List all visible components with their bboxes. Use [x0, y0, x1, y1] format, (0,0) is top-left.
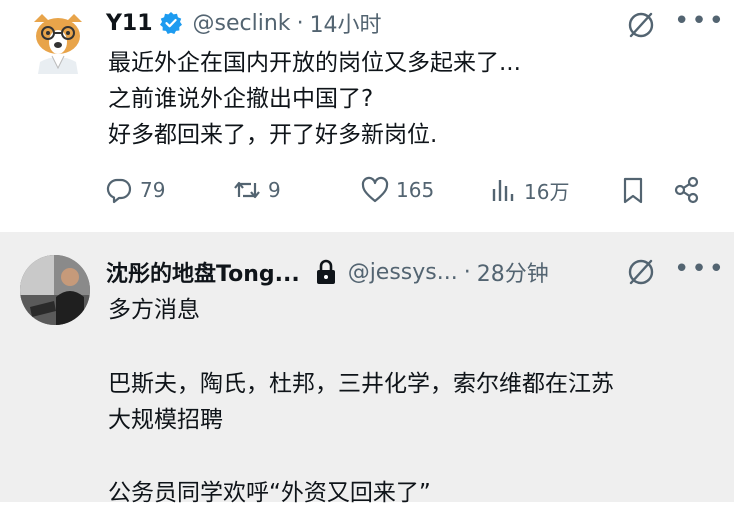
retweet-count: 9 — [268, 178, 281, 202]
display-name[interactable]: 沈彤的地盘Tong... — [106, 256, 300, 288]
grok-icon[interactable] — [626, 10, 656, 40]
tweet-text-line: 多方消息 — [108, 297, 200, 323]
more-icon[interactable]: ••• — [674, 8, 726, 34]
share-button[interactable] — [672, 175, 708, 205]
tweet-reply[interactable]: 沈彤的地盘Tong... @jessys... · 28分钟 ••• 多方消息 … — [0, 232, 734, 506]
like-count: 165 — [396, 178, 435, 202]
avatar-photo-image — [20, 255, 90, 325]
tweet-text-line: 公务员同学欢呼“外资又回来了” — [108, 480, 431, 506]
handle[interactable]: @seclink — [193, 11, 291, 36]
like-icon — [361, 176, 389, 203]
avatar-photo[interactable] — [20, 255, 90, 325]
retweet-button[interactable]: 9 — [232, 175, 281, 205]
tweet-text-line: 大规模招聘 — [108, 407, 223, 433]
share-icon — [674, 176, 699, 204]
reply-button[interactable]: 79 — [104, 175, 165, 205]
display-name[interactable]: Y11 — [106, 11, 153, 36]
views-count: 16万 — [524, 179, 570, 204]
action-bar: 79 9 165 16万 — [104, 175, 704, 215]
bookmark-button[interactable] — [618, 175, 654, 205]
separator: · — [296, 10, 304, 36]
tweet-text-line: 最近外企在国内开放的岗位又多起来了... — [108, 50, 521, 76]
avatar-dog[interactable] — [30, 12, 86, 74]
reply-icon — [106, 178, 132, 204]
like-button[interactable]: 165 — [360, 175, 434, 205]
tweet2-header: 沈彤的地盘Tong... @jessys... · 28分钟 — [106, 256, 549, 288]
timestamp[interactable]: 28分钟 — [477, 256, 549, 288]
retweet-icon — [234, 181, 260, 199]
tweet1-header: Y11 @seclink · 14小时 — [106, 7, 382, 39]
tweet-main[interactable]: Y11 @seclink · 14小时 ••• 最近外企在国内开放的岗位又多起来… — [0, 0, 734, 232]
separator: · — [463, 259, 471, 285]
reply-count: 79 — [140, 178, 166, 202]
more-icon[interactable]: ••• — [674, 256, 726, 282]
tweet-text-line: 好多都回来了，开了好多新岗位. — [108, 122, 438, 148]
bookmark-icon — [623, 177, 643, 204]
handle[interactable]: @jessys... — [348, 260, 458, 285]
views-button[interactable]: 16万 — [488, 175, 569, 205]
views-icon — [492, 180, 514, 201]
tweet-text-line: 之前谁说外企撤出中国了? — [108, 86, 374, 112]
verified-badge-icon — [159, 12, 182, 34]
grok-icon[interactable] — [626, 257, 656, 287]
timestamp[interactable]: 14小时 — [310, 7, 382, 39]
lock-icon — [316, 259, 335, 284]
tweet-text-line: 巴斯夫，陶氏，杜邦，三井化学，索尔维都在江苏 — [108, 371, 614, 397]
